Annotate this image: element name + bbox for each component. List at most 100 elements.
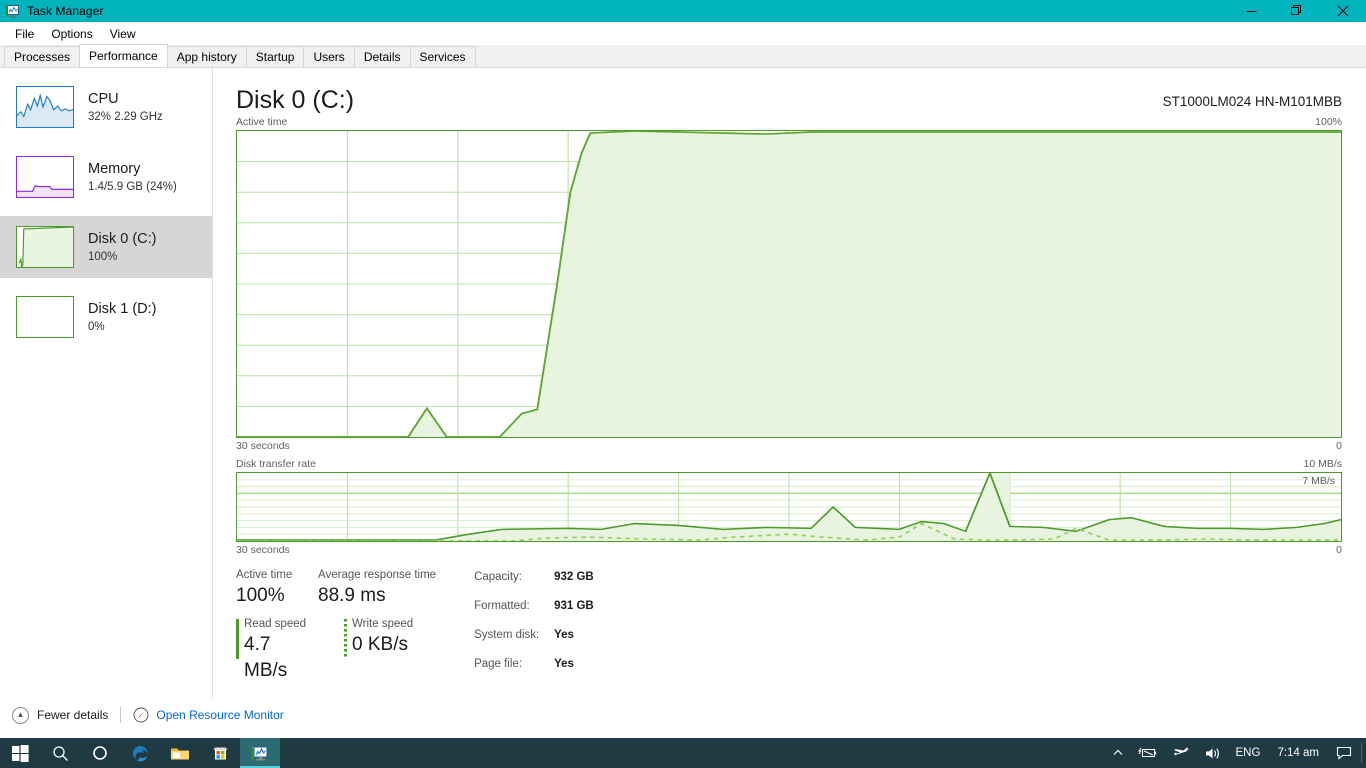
performance-panel: Disk 0 (C:) ST1000LM024 HN-M101MBB Activ… xyxy=(214,68,1366,698)
content-area: CPU 32% 2.29 GHz Memory 1.4/5.9 GB (24%) xyxy=(0,68,1366,698)
tray-expand-icon[interactable] xyxy=(1105,738,1131,768)
menu-options[interactable]: Options xyxy=(43,24,101,44)
close-button[interactable] xyxy=(1320,0,1366,22)
active-time-duration: 30 seconds xyxy=(236,440,290,452)
title-bar: Task Manager xyxy=(0,0,1366,22)
transfer-rate-graph: 7 MB/s xyxy=(236,472,1342,542)
disk1-thumbnail-graph xyxy=(16,296,74,338)
transfer-rate-duration: 30 seconds xyxy=(236,544,290,556)
disk-model-label: ST1000LM024 HN-M101MBB xyxy=(1162,94,1342,109)
cortana-icon[interactable] xyxy=(80,738,120,768)
detail-value: Yes xyxy=(554,629,574,641)
read-speed-legend-bar xyxy=(236,619,239,659)
start-icon[interactable] xyxy=(0,738,40,768)
read-speed-value: 4.7 MB/s xyxy=(244,634,288,681)
transfer-rate-footer: 30 seconds 0 xyxy=(236,544,1342,558)
active-time-stat-value: 100% xyxy=(236,585,285,606)
tab-users[interactable]: Users xyxy=(303,46,355,67)
sidebar-disk0-sub: 100% xyxy=(88,250,118,263)
stats-left-group: Active time 100% Average response time 8… xyxy=(236,568,436,684)
maximize-button[interactable] xyxy=(1274,0,1320,22)
sidebar-disk1-sub: 0% xyxy=(88,320,105,333)
transfer-rate-min: 0 xyxy=(1336,544,1342,556)
panel-header: Disk 0 (C:) ST1000LM024 HN-M101MBB xyxy=(214,68,1366,116)
window-footer: ▲ Fewer details Open Resource Monitor xyxy=(0,698,1366,732)
active-time-caption: Active time xyxy=(236,116,288,128)
memory-thumbnail-graph xyxy=(16,156,74,198)
response-time-value: 88.9 ms xyxy=(318,585,386,606)
sidebar-item-disk1[interactable]: Disk 1 (D:) 0% xyxy=(0,286,212,348)
tab-services[interactable]: Services xyxy=(409,46,476,67)
transfer-rate-labels: Disk transfer rate 10 MB/s xyxy=(236,458,1342,472)
sidebar-disk1-title: Disk 1 (D:) xyxy=(88,300,157,317)
read-write-row: Read speed 4.7 MB/s Write speed 0 KB/s xyxy=(236,617,436,684)
notifications-icon[interactable] xyxy=(1329,738,1359,768)
detail-value: 931 GB xyxy=(554,600,594,612)
volume-icon[interactable] xyxy=(1197,738,1229,768)
write-speed-value: 0 KB/s xyxy=(352,634,408,655)
task-manager-icon xyxy=(5,3,21,19)
sidebar-item-disk0[interactable]: Disk 0 (C:) 100% xyxy=(0,216,212,278)
transfer-rate-plot xyxy=(237,473,1341,541)
response-time-label: Average response time xyxy=(318,569,437,581)
sidebar-cpu-text: CPU 32% 2.29 GHz xyxy=(88,91,163,124)
tab-performance[interactable]: Performance xyxy=(79,44,168,67)
show-desktop-button[interactable] xyxy=(1361,743,1362,763)
system-tray: ENG 7:14 am xyxy=(1105,738,1366,768)
sidebar-cpu-title: CPU xyxy=(88,90,119,107)
detail-key: System disk: xyxy=(474,629,540,641)
detail-key: Formatted: xyxy=(474,600,530,612)
active-time-stat: Active time 100% xyxy=(236,568,318,609)
write-speed-legend-bar xyxy=(344,619,347,659)
sidebar-memory-title: Memory xyxy=(88,160,141,177)
open-resource-monitor-link[interactable]: Open Resource Monitor xyxy=(156,708,283,722)
write-speed-stat: Write speed 0 KB/s xyxy=(344,617,413,684)
minimize-button[interactable] xyxy=(1228,0,1274,22)
transfer-rate-caption: Disk transfer rate xyxy=(236,458,316,470)
tab-startup[interactable]: Startup xyxy=(245,46,305,67)
active-time-graph xyxy=(236,130,1342,438)
menu-bar: File Options View xyxy=(0,22,1366,45)
tab-details[interactable]: Details xyxy=(353,46,411,67)
sidebar-disk0-title: Disk 0 (C:) xyxy=(88,230,157,247)
menu-view[interactable]: View xyxy=(102,24,145,44)
sidebar-disk0-text: Disk 0 (C:) 100% xyxy=(88,231,156,264)
sidebar-cpu-sub: 32% 2.29 GHz xyxy=(88,110,163,123)
language-indicator[interactable]: ENG xyxy=(1229,738,1268,768)
window-controls xyxy=(1228,0,1366,22)
detail-value: 932 GB xyxy=(554,571,594,583)
disk0-thumbnail-graph xyxy=(16,226,74,268)
sidebar-disk1-text: Disk 1 (D:) 0% xyxy=(88,301,156,334)
chevron-up-icon: ▲ xyxy=(12,706,29,724)
sidebar-item-memory[interactable]: Memory 1.4/5.9 GB (24%) xyxy=(0,146,212,208)
resource-monitor-icon xyxy=(133,707,149,723)
taskbar: ENG 7:14 am xyxy=(0,738,1366,768)
detail-key: Page file: xyxy=(474,658,523,670)
airplane-mode-icon[interactable] xyxy=(1165,738,1197,768)
taskbar-task-manager-icon[interactable] xyxy=(240,738,280,768)
store-icon[interactable] xyxy=(200,738,240,768)
battery-icon[interactable] xyxy=(1131,738,1165,768)
sidebar-memory-text: Memory 1.4/5.9 GB (24%) xyxy=(88,161,177,194)
menu-file[interactable]: File xyxy=(7,24,43,44)
active-time-min: 0 xyxy=(1336,440,1342,452)
tab-app-history[interactable]: App history xyxy=(166,46,247,67)
disk-details-table: Capacity: 932 GB Formatted: 931 GB Syste… xyxy=(474,568,594,684)
fewer-details-button[interactable]: ▲ Fewer details xyxy=(12,706,109,724)
disk-stats: Active time 100% Average response time 8… xyxy=(236,568,1366,684)
tab-processes[interactable]: Processes xyxy=(4,46,81,67)
detail-key: Capacity: xyxy=(474,571,522,583)
sidebar-item-cpu[interactable]: CPU 32% 2.29 GHz xyxy=(0,76,212,138)
detail-value: Yes xyxy=(554,658,574,670)
file-explorer-icon[interactable] xyxy=(160,738,200,768)
edge-icon[interactable] xyxy=(120,738,160,768)
read-speed-label: Read speed xyxy=(244,618,307,630)
fewer-details-label: Fewer details xyxy=(37,708,109,722)
active-time-stat-label: Active time xyxy=(236,569,293,581)
search-icon[interactable] xyxy=(40,738,80,768)
clock[interactable]: 7:14 am xyxy=(1267,747,1329,760)
active-time-labels: Active time 100% xyxy=(236,116,1342,130)
active-time-plot xyxy=(237,131,1341,437)
transfer-rate-max: 10 MB/s xyxy=(1303,458,1342,470)
active-time-max: 100% xyxy=(1315,116,1342,128)
